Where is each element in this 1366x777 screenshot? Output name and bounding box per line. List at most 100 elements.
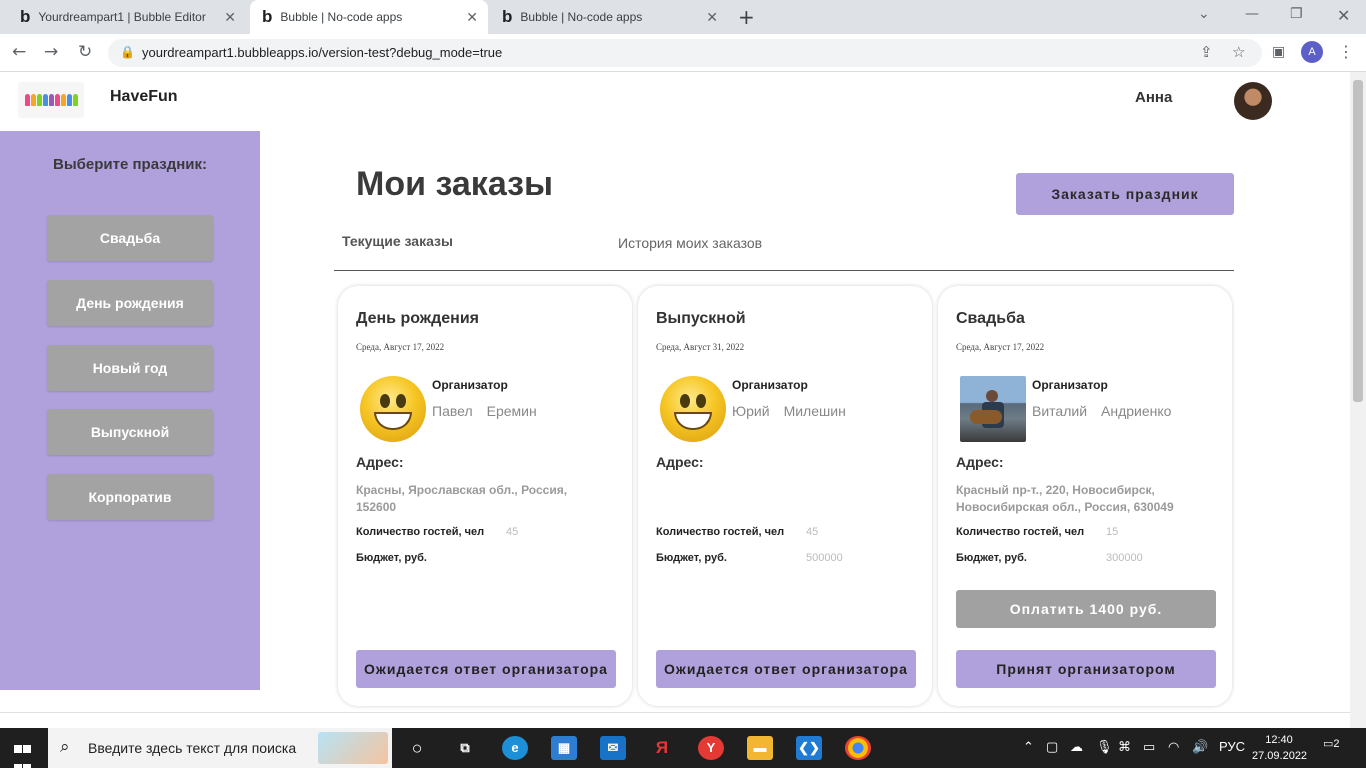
chevron-down-icon[interactable]: ⌄ (1198, 6, 1210, 22)
battery-icon[interactable]: ▭ (1143, 739, 1155, 755)
user-name[interactable]: Анна (1135, 89, 1172, 106)
yandex-icon[interactable]: Я (649, 736, 675, 760)
microphone-icon[interactable]: 🎙 (1096, 739, 1113, 755)
sidebar-item-wedding[interactable]: Свадьба (47, 215, 213, 261)
file-explorer-icon[interactable]: ▬ (747, 736, 773, 760)
taskbar-clock[interactable]: 12:40 27.09.2022 (1252, 732, 1308, 764)
budget-label: Бюджет, руб. (656, 552, 727, 564)
status-button[interactable]: Ожидается ответ организатора (356, 650, 616, 688)
order-title: Выпускной (656, 310, 746, 327)
close-icon[interactable]: ✕ (224, 9, 236, 26)
notifications-count: 2 (1333, 738, 1340, 750)
site-header: HaveFun Анна (0, 72, 1350, 130)
budget-label: Бюджет, руб. (356, 552, 427, 564)
search-icon: ⌕ (60, 737, 70, 757)
organizer-name: Виталий Андриенко (1032, 403, 1172, 419)
new-tab-icon[interactable]: + (738, 5, 755, 29)
order-title: День рождения (356, 310, 480, 327)
back-icon[interactable]: ← (12, 42, 26, 62)
mail-icon[interactable]: ✉ (600, 736, 626, 760)
order-date: Среда, Август 17, 2022 (356, 342, 445, 352)
order-party-button[interactable]: Заказать праздник (1016, 173, 1234, 215)
profile-avatar[interactable]: A (1301, 41, 1323, 63)
network-icon[interactable]: ⌘ (1118, 739, 1131, 755)
minimize-icon[interactable]: — (1245, 6, 1259, 22)
logo[interactable] (18, 82, 84, 118)
tab-order-history[interactable]: История моих заказов (618, 235, 762, 251)
guests-label: Количество гостей, чел (356, 526, 485, 538)
address-label: Адрес: (956, 454, 1004, 470)
chrome-icon[interactable] (845, 736, 871, 760)
restore-icon[interactable]: ❐ (1290, 6, 1303, 22)
clock-date: 27.09.2022 (1252, 750, 1308, 762)
task-view-icon[interactable]: ⧉ (452, 736, 478, 760)
guests-value: 45 (806, 526, 819, 538)
yandex-browser-icon[interactable]: Y (698, 736, 724, 760)
share-icon[interactable]: ⇪ (1200, 43, 1213, 61)
sidebar-item-new-year[interactable]: Новый год (47, 345, 213, 391)
order-card: Выпускной Среда, Август 31, 2022 Организ… (638, 286, 932, 706)
order-date: Среда, Август 17, 2022 (956, 342, 1045, 352)
browser-tab-active[interactable]: b Bubble | No-code apps ✕ (250, 0, 488, 34)
budget-value: 300000 (1106, 552, 1143, 564)
taskbar-search[interactable]: ⌕ Введите здесь текст для поиска (48, 728, 392, 768)
sidebar-item-graduation[interactable]: Выпускной (47, 409, 213, 455)
sidebar-item-birthday[interactable]: День рождения (47, 280, 213, 326)
wifi-icon[interactable]: ◠ (1168, 739, 1179, 755)
menu-icon[interactable]: ⋮ (1338, 42, 1354, 61)
bubble-icon: b (20, 7, 31, 26)
windows-start-icon[interactable] (14, 739, 32, 777)
tab-current-orders[interactable]: Текущие заказы (342, 233, 453, 249)
budget-value: 500000 (806, 552, 843, 564)
sidebar-item-corporate[interactable]: Корпоратив (47, 474, 213, 520)
search-highlight-image (318, 732, 388, 764)
address-label: Адрес: (356, 454, 404, 470)
address-bar[interactable]: 🔒 yourdreampart1.bubbleapps.io/version-t… (108, 39, 1262, 67)
edge-icon[interactable]: e (502, 736, 528, 760)
browser-tab[interactable]: b Bubble | No-code apps ✕ (490, 0, 728, 34)
store-icon[interactable]: ▦ (551, 736, 577, 760)
cortana-icon[interactable]: ○ (404, 736, 430, 760)
browser-tab-label: Bubble | No-code apps (520, 10, 643, 24)
close-window-icon[interactable]: ✕ (1337, 6, 1350, 25)
organizer-name: Павел Еремин (432, 403, 537, 419)
scrollbar-thumb[interactable] (1353, 80, 1363, 402)
taskbar-search-placeholder: Введите здесь текст для поиска (88, 740, 297, 756)
brand-name[interactable]: HaveFun (110, 88, 178, 106)
url-text[interactable]: yourdreampart1.bubbleapps.io/version-tes… (142, 45, 502, 60)
organizer-label: Организатор (1032, 378, 1108, 392)
sidepanel-icon[interactable]: ▣ (1272, 44, 1285, 60)
chevron-up-icon[interactable]: ⌃ (1023, 739, 1034, 755)
organizer-label: Организатор (732, 378, 808, 392)
budget-label: Бюджет, руб. (956, 552, 1027, 564)
close-icon[interactable]: ✕ (706, 9, 718, 26)
reload-icon[interactable]: ↻ (78, 42, 92, 62)
browser-tab[interactable]: b Yourdreampart1 | Bubble Editor ✕ (8, 0, 246, 34)
organizer-photo (960, 376, 1026, 442)
bubble-icon: b (262, 7, 273, 26)
status-button[interactable]: Принят организатором (956, 650, 1216, 688)
cloud-icon[interactable]: ☁ (1070, 739, 1083, 755)
notifications-icon[interactable]: ▭2 (1323, 737, 1345, 759)
orders-tabs: Текущие заказы История моих заказов (334, 227, 1234, 271)
organizer-label: Организатор (432, 378, 508, 392)
vscode-icon[interactable]: ❮❯ (796, 736, 822, 760)
page-title: Мои заказы (356, 165, 554, 203)
order-card: Свадьба Среда, Август 17, 2022 Организат… (938, 286, 1232, 706)
meet-icon[interactable]: ▢ (1046, 739, 1058, 755)
close-icon[interactable]: ✕ (466, 9, 478, 26)
user-avatar[interactable] (1234, 82, 1272, 120)
organizer-photo (660, 376, 726, 442)
language-indicator[interactable]: РУС (1219, 739, 1245, 754)
forward-icon[interactable]: → (44, 42, 58, 62)
browser-tab-label: Bubble | No-code apps (280, 10, 403, 24)
star-icon[interactable]: ☆ (1232, 43, 1245, 61)
status-button[interactable]: Ожидается ответ организатора (656, 650, 916, 688)
page-footer-edge (0, 712, 1350, 728)
volume-icon[interactable]: 🔊 (1192, 739, 1208, 755)
pay-button[interactable]: Оплатить 1400 руб. (956, 590, 1216, 628)
address-label: Адрес: (656, 454, 704, 470)
address-value: Красный пр-т., 220, Новосибирск, Новосиб… (956, 483, 1174, 514)
sidebar-title: Выберите праздник: (53, 156, 207, 173)
address-value: Красны, Ярославская обл., Россия, 152600 (356, 483, 568, 514)
